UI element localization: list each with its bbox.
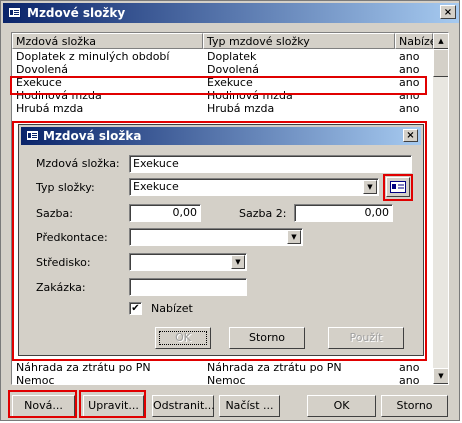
cell-type: Doplatek	[207, 50, 257, 63]
dialog-ok-button[interactable]: OK	[155, 327, 211, 349]
cell-offer: ano	[399, 63, 420, 76]
cell-type: Nemoc	[207, 374, 246, 385]
card-icon	[390, 181, 406, 193]
cell-offer: ano	[399, 76, 420, 89]
app-icon	[8, 7, 21, 18]
window-titlebar: Mzdové složky ×	[3, 3, 459, 23]
load-button[interactable]: Načíst ...	[219, 395, 280, 417]
new-button[interactable]: Nová...	[12, 395, 75, 417]
table-row[interactable]: Nemoc Nemoc ano	[12, 374, 433, 385]
order-field[interactable]	[129, 278, 247, 296]
cell-name: Hodinová mzda	[16, 89, 102, 102]
rate2-label: Sazba 2:	[239, 207, 287, 220]
order-label: Zakázka:	[36, 281, 86, 294]
scroll-thumb[interactable]	[433, 49, 448, 77]
dialog-cancel-button[interactable]: Storno	[229, 327, 305, 349]
delete-button[interactable]: Odstranit...	[152, 395, 215, 417]
window-title: Mzdové složky	[27, 6, 126, 20]
column-header-offer[interactable]: Nabízet	[395, 33, 441, 49]
scroll-down-icon[interactable]: ▼	[433, 368, 448, 384]
dialog-close-icon[interactable]: ×	[403, 129, 418, 142]
chevron-down-icon[interactable]: ▼	[287, 230, 301, 244]
cell-name: Nemoc	[16, 374, 55, 385]
cost-center-label: Středisko:	[36, 256, 91, 269]
cell-offer: ano	[399, 374, 420, 385]
offer-label: Nabízet	[151, 302, 193, 315]
scroll-up-icon[interactable]: ▲	[433, 33, 448, 49]
dialog-title: Mzdová složka	[43, 129, 142, 143]
cost-center-select[interactable]: ▼	[129, 253, 247, 271]
close-icon[interactable]: ×	[440, 5, 456, 19]
cell-offer: ano	[399, 89, 420, 102]
cell-type: Hrubá mzda	[207, 102, 275, 115]
focus-rect	[159, 331, 207, 345]
cell-type: Exekuce	[207, 76, 253, 89]
item-type-value: Exekuce	[133, 180, 179, 193]
vertical-scrollbar[interactable]: ▲ ▼	[433, 33, 448, 384]
chevron-down-icon[interactable]: ▼	[363, 180, 377, 194]
cell-offer: ano	[399, 50, 420, 63]
offer-checkbox[interactable]: ✔	[129, 302, 142, 315]
cell-name: Náhrada za ztrátu po PN	[16, 361, 151, 374]
edit-type-button[interactable]	[386, 177, 410, 197]
rate-field[interactable]: 0,00	[129, 204, 201, 222]
cancel-button[interactable]: Storno	[381, 395, 448, 417]
edit-button[interactable]: Upravit...	[83, 395, 144, 417]
dialog-titlebar: Mzdová složka ×	[21, 127, 421, 145]
table-row[interactable]: Hrubá mzda Hrubá mzda ano	[12, 102, 433, 116]
pre-posting-label: Předkontace:	[36, 231, 108, 244]
item-name-label: Mzdová složka:	[36, 157, 120, 170]
item-type-select[interactable]: Exekuce ▼	[129, 178, 379, 196]
dialog-apply-button[interactable]: Použít	[328, 327, 404, 349]
dialog-app-icon	[26, 130, 39, 141]
cell-type: Dovolená	[207, 63, 259, 76]
ok-button[interactable]: OK	[307, 395, 376, 417]
cell-type: Náhrada za ztrátu po PN	[207, 361, 342, 374]
item-name-field[interactable]: Exekuce	[129, 155, 412, 173]
item-type-label: Typ složky:	[36, 181, 95, 194]
rate-label: Sazba:	[36, 207, 73, 220]
salary-item-dialog: Mzdová složka × Mzdová složka: Exekuce T…	[18, 124, 424, 356]
cell-name: Hrubá mzda	[16, 102, 84, 115]
cell-offer: ano	[399, 361, 420, 374]
column-header-name[interactable]: Mzdová složka	[12, 33, 203, 49]
cell-name: Doplatek z minulých období	[16, 50, 170, 63]
pre-posting-select[interactable]: ▼	[129, 228, 303, 246]
cell-name: Exekuce	[16, 76, 62, 89]
cell-name: Dovolená	[16, 63, 68, 76]
list-header: Mzdová složka Typ mzdové složky Nabízet	[12, 33, 441, 49]
column-header-type[interactable]: Typ mzdové složky	[203, 33, 395, 49]
cell-offer: ano	[399, 102, 420, 115]
chevron-down-icon[interactable]: ▼	[231, 255, 245, 269]
rate2-field[interactable]: 0,00	[294, 204, 393, 222]
cell-type: Hodinová mzda	[207, 89, 293, 102]
